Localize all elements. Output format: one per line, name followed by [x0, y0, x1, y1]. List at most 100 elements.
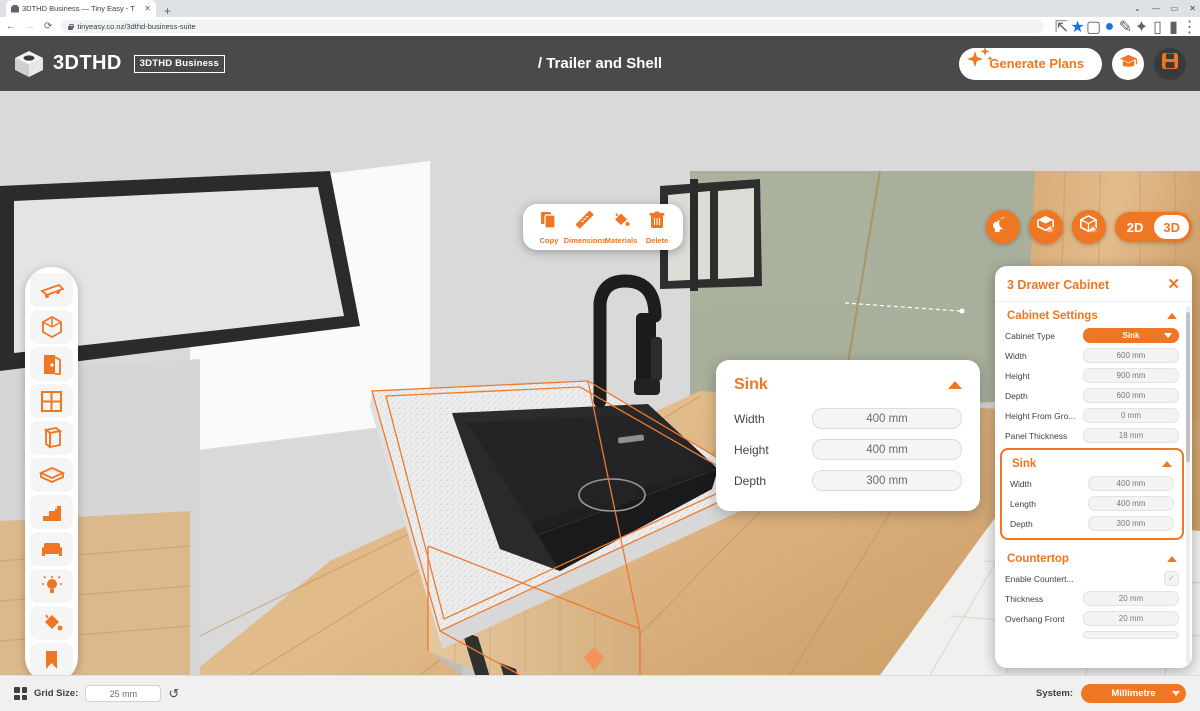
- sidepanel-icon[interactable]: ▯: [1153, 19, 1162, 36]
- input-partial-cutoff[interactable]: [1083, 631, 1179, 639]
- sink-width-input[interactable]: 400 mm: [812, 408, 962, 429]
- grid-icon: [14, 687, 27, 700]
- sink-height-input[interactable]: 400 mm: [812, 439, 962, 460]
- sidebar-item-bookmarks[interactable]: [30, 643, 73, 675]
- sidebar-item-shell[interactable]: [30, 310, 73, 344]
- close-icon[interactable]: ✕: [1167, 277, 1180, 292]
- input-sink-depth[interactable]: 300 mm: [1088, 516, 1174, 531]
- system-dropdown[interactable]: Millimetre: [1081, 684, 1186, 703]
- sidebar-item-furniture[interactable]: [30, 532, 73, 566]
- grid-size-group: Grid Size: 25 mm ↺: [14, 685, 179, 702]
- shell-room-icon: [41, 315, 63, 339]
- sink-height-row: Height 400 mm: [734, 439, 962, 460]
- label-cabinet-width: Width: [1005, 350, 1027, 361]
- measure-tape-icon: [993, 215, 1012, 239]
- input-height-from-ground[interactable]: 0 mm: [1083, 408, 1179, 423]
- delete-label: Delete: [645, 236, 669, 245]
- section-header-sink[interactable]: Sink: [1010, 450, 1174, 476]
- brand-badge: 3DTHD Business: [133, 54, 226, 73]
- input-panel-thickness[interactable]: 18 mm: [1083, 428, 1179, 443]
- window-minimize-icon[interactable]: —: [1152, 4, 1160, 13]
- reset-undo-icon[interactable]: ↺: [168, 687, 179, 700]
- bookmark-star-icon[interactable]: ★: [1070, 19, 1084, 36]
- copy-label: Copy: [539, 236, 559, 245]
- row-sink-width: Width 400 mm: [1010, 476, 1174, 491]
- perspective-view-button[interactable]: [1071, 210, 1106, 244]
- camera-icon[interactable]: ▢: [1086, 19, 1101, 36]
- sidebar-item-trailer[interactable]: [30, 273, 73, 307]
- section-header-countertop[interactable]: Countertop: [1005, 545, 1179, 571]
- dimension-toggle[interactable]: 2D 3D: [1114, 212, 1192, 242]
- label-countertop-thickness: Thickness: [1005, 593, 1044, 604]
- label-overhang-front: Overhang Front: [1005, 613, 1065, 624]
- brand: 3DTHD 3DTHD Business: [14, 50, 226, 78]
- measure-button[interactable]: [985, 210, 1020, 244]
- window-minimize-dropdown-icon[interactable]: ⌄: [1134, 4, 1141, 13]
- tab-favicon-icon: [11, 4, 19, 13]
- window-controls: ⌄ — ▭ ✕: [1134, 0, 1196, 17]
- toggle-3d[interactable]: 3D: [1154, 215, 1189, 239]
- system-value: Millimetre: [1111, 688, 1156, 699]
- address-bar[interactable]: tinyeasy.co.nz/3dthd-business-suite: [61, 20, 1044, 33]
- section-view-button[interactable]: [1028, 210, 1063, 244]
- row-sink-depth: Depth 300 mm: [1010, 516, 1174, 531]
- caret-up-icon[interactable]: [1167, 313, 1177, 319]
- sidebar-item-lighting[interactable]: [30, 569, 73, 603]
- chrome-menu-icon[interactable]: ⋮: [1182, 19, 1198, 36]
- grid-size-input[interactable]: 25 mm: [85, 685, 162, 702]
- toggle-2d[interactable]: 2D: [1118, 215, 1153, 239]
- caret-up-icon[interactable]: [1167, 556, 1177, 562]
- forward-button[interactable]: →: [25, 21, 35, 32]
- save-button[interactable]: [1154, 47, 1186, 80]
- input-cabinet-height[interactable]: 900 mm: [1083, 368, 1179, 383]
- section-header-cabinet-settings[interactable]: Cabinet Settings: [1005, 302, 1179, 328]
- viewport-3d[interactable]: Copy Dimensions Materials Delete 2D 3D S…: [0, 91, 1200, 675]
- caret-up-icon[interactable]: [948, 381, 962, 389]
- profile-avatar-icon[interactable]: ▮: [1169, 19, 1178, 36]
- sidebar-item-door[interactable]: [30, 347, 73, 381]
- input-countertop-thickness[interactable]: 20 mm: [1083, 591, 1179, 606]
- section-cut-icon: [1035, 214, 1056, 240]
- sidebar-item-window[interactable]: [30, 384, 73, 418]
- tool-sidebar: [25, 267, 78, 675]
- dimensions-button[interactable]: Dimensions: [564, 210, 606, 245]
- learn-button[interactable]: [1112, 47, 1144, 80]
- tab-title: 3DTHD Business — Tiny Easy - T: [22, 4, 135, 13]
- sink-depth-input[interactable]: 300 mm: [812, 470, 962, 491]
- globe-extension-icon[interactable]: ●: [1105, 18, 1115, 35]
- input-cabinet-width[interactable]: 600 mm: [1083, 348, 1179, 363]
- sidebar-item-wall[interactable]: [30, 421, 73, 455]
- sidebar-item-floor[interactable]: [30, 458, 73, 492]
- sidebar-item-materials[interactable]: [30, 606, 73, 640]
- checkbox-enable-countertop[interactable]: ✓: [1164, 571, 1179, 586]
- puzzle-extension-icon[interactable]: ✦: [1135, 19, 1148, 36]
- share-icon[interactable]: ⇱: [1055, 19, 1068, 36]
- input-sink-length[interactable]: 400 mm: [1088, 496, 1174, 511]
- new-tab-button[interactable]: +: [164, 5, 171, 17]
- brand-name: 3DTHD: [53, 52, 122, 74]
- window-close-icon[interactable]: ✕: [1189, 4, 1196, 13]
- caret-up-icon[interactable]: [1162, 461, 1172, 467]
- delete-button[interactable]: Delete: [640, 211, 674, 245]
- scrollbar-thumb[interactable]: [1186, 312, 1190, 462]
- row-overhang-front: Overhang Front 20 mm: [1005, 611, 1179, 626]
- window-maximize-icon[interactable]: ▭: [1171, 4, 1179, 13]
- browser-tab[interactable]: 3DTHD Business — Tiny Easy - T ✕: [6, 0, 156, 17]
- eyedropper-icon[interactable]: ✎: [1119, 19, 1132, 36]
- properties-panel-body: Cabinet Settings Cabinet Type Sink Width…: [995, 302, 1192, 668]
- row-countertop-thickness: Thickness 20 mm: [1005, 591, 1179, 606]
- input-overhang-front[interactable]: 20 mm: [1083, 611, 1179, 626]
- copy-button[interactable]: Copy: [532, 211, 566, 245]
- input-cabinet-depth[interactable]: 600 mm: [1083, 388, 1179, 403]
- dropdown-cabinet-type[interactable]: Sink: [1083, 328, 1179, 343]
- section-title-countertop: Countertop: [1007, 553, 1069, 565]
- tab-close-icon[interactable]: ✕: [144, 4, 151, 13]
- input-sink-width[interactable]: 400 mm: [1088, 476, 1174, 491]
- back-button[interactable]: ←: [6, 21, 16, 32]
- label-cabinet-type: Cabinet Type: [1005, 330, 1055, 341]
- generate-plans-button[interactable]: Generate Plans: [959, 46, 1102, 80]
- sidebar-item-stairs[interactable]: [30, 495, 73, 529]
- reload-button[interactable]: ⟳: [44, 21, 52, 32]
- properties-panel: 3 Drawer Cabinet ✕ Cabinet Settings Cabi…: [995, 266, 1192, 668]
- materials-button[interactable]: Materials: [604, 211, 638, 245]
